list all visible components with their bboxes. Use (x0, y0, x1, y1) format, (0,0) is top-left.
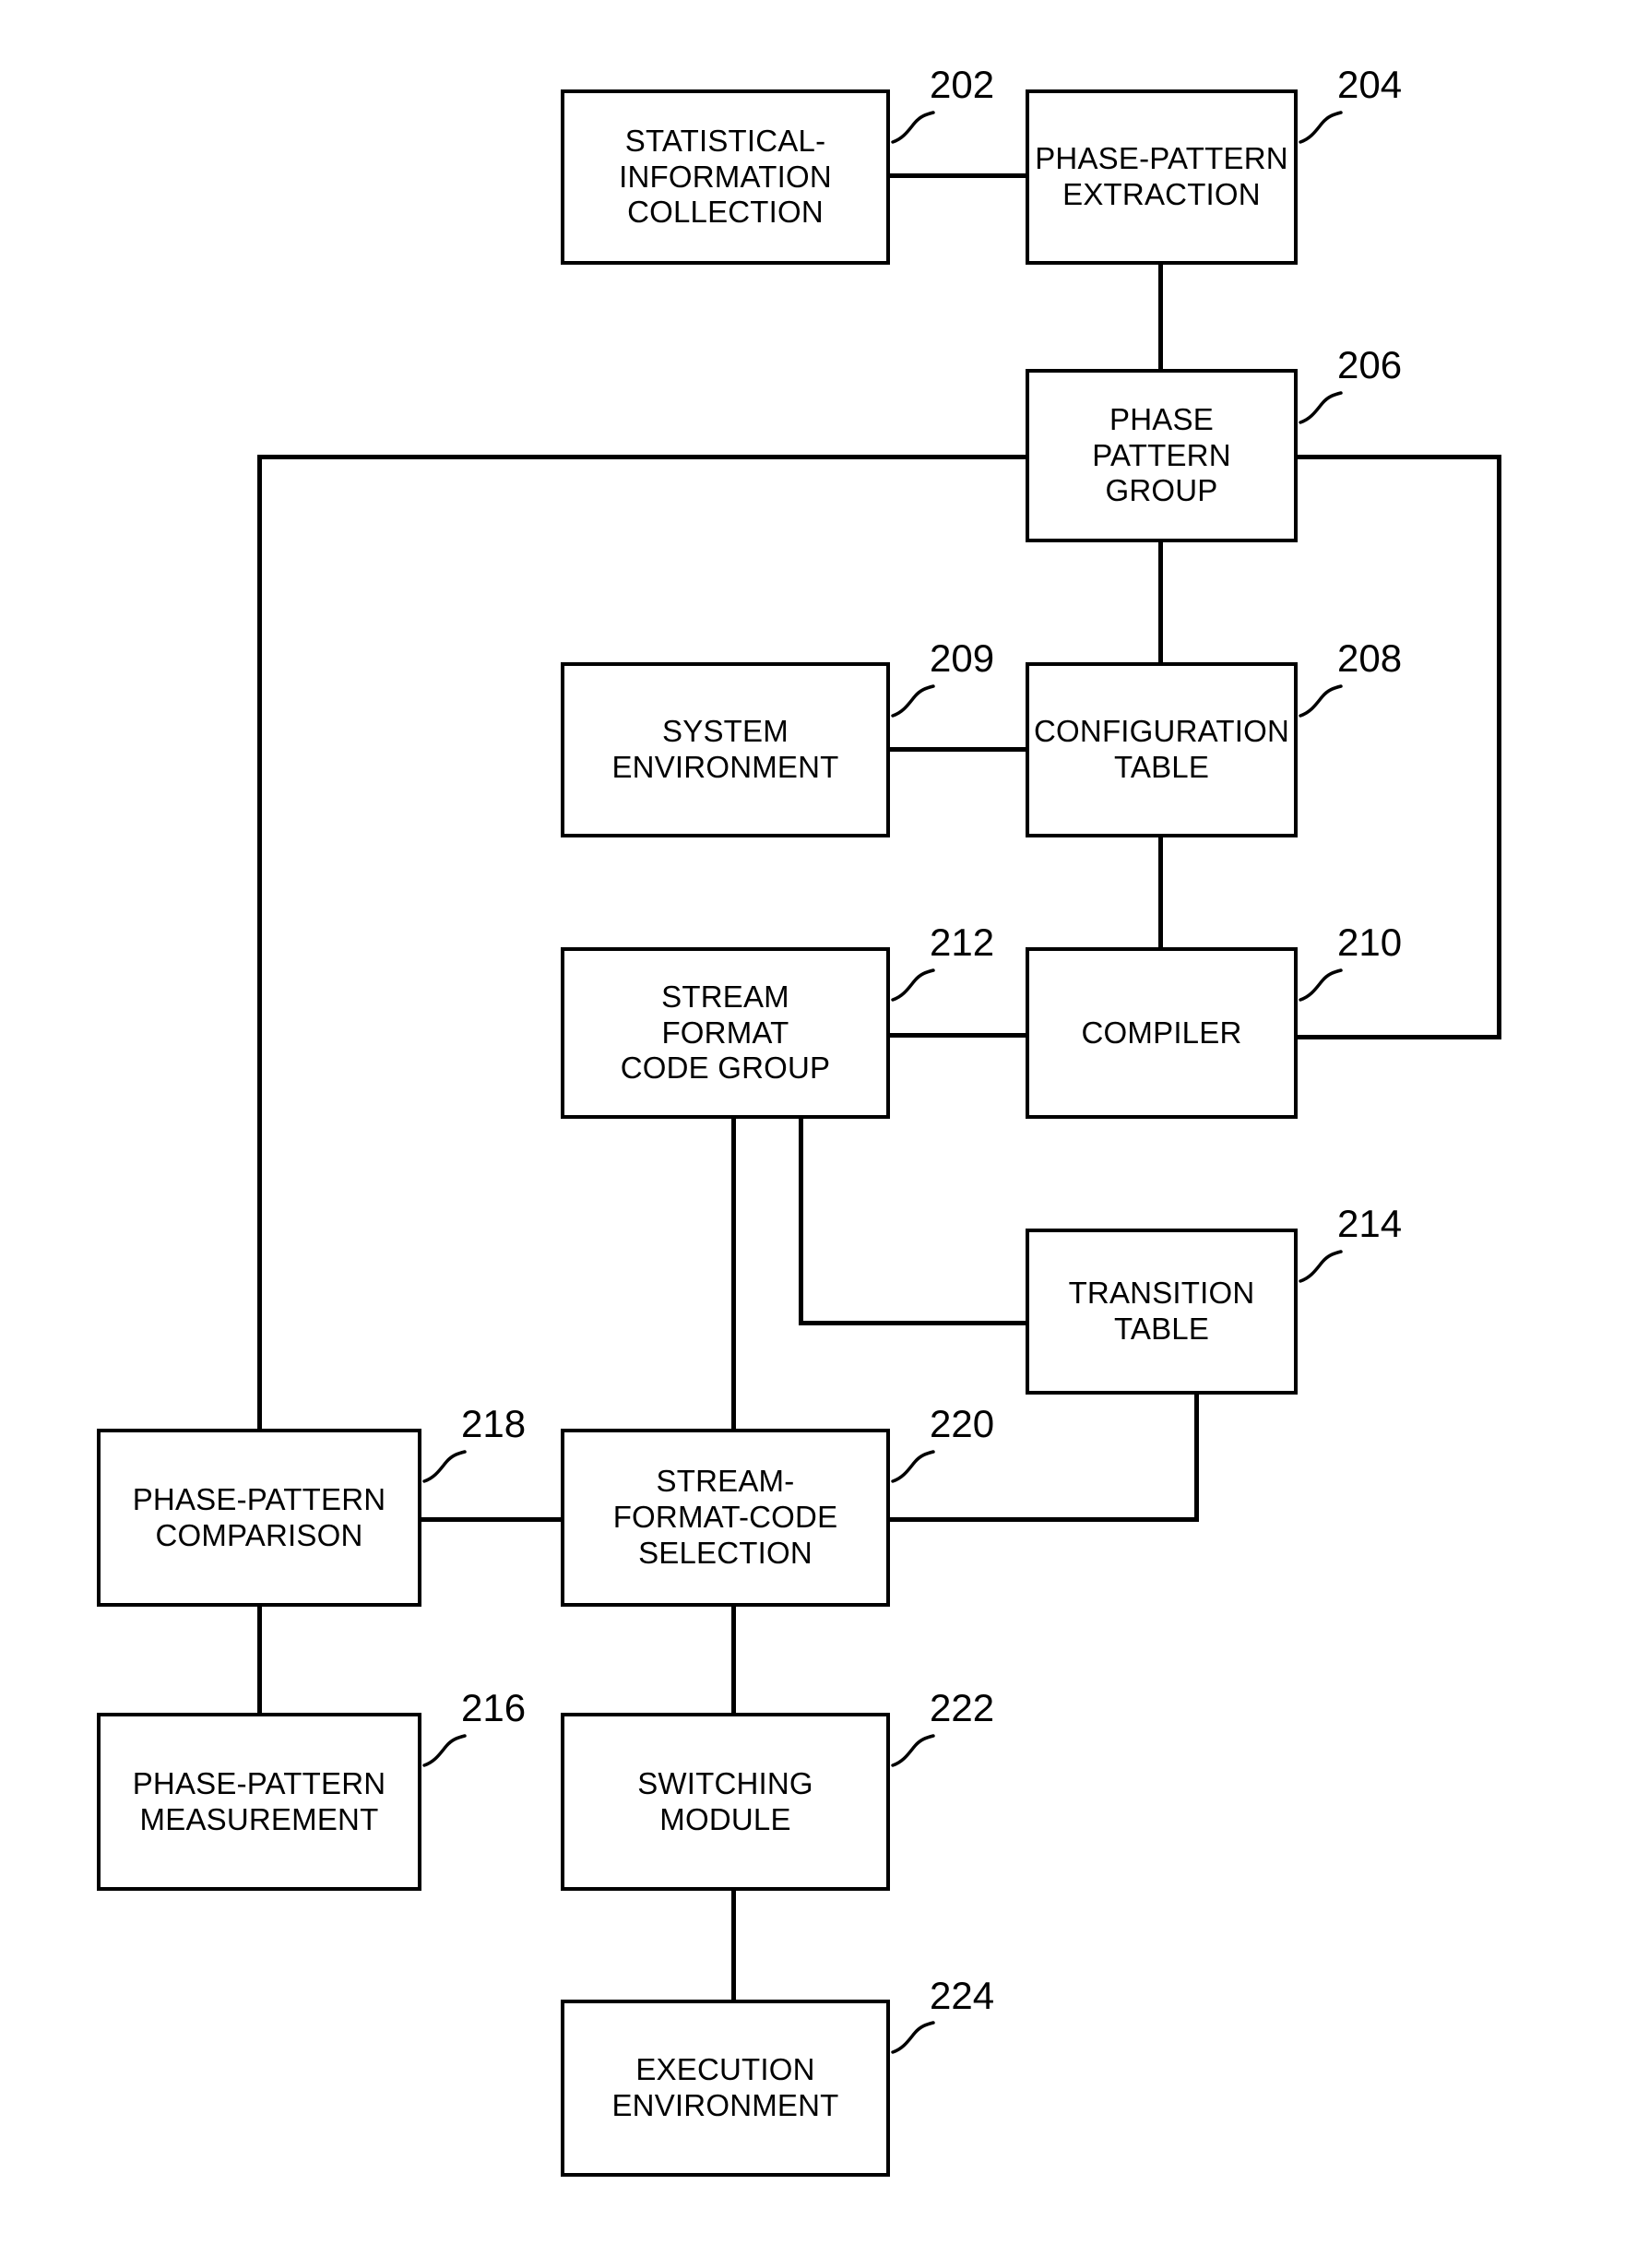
block-220-stream-format-code-selection[interactable]: STREAM- FORMAT-CODE SELECTION (561, 1429, 890, 1607)
leader-212 (891, 968, 935, 1002)
wire-206-208 (1158, 540, 1163, 664)
leader-lines (422, 111, 1343, 2054)
block-label-222: SWITCHING MODULE (637, 1765, 813, 1836)
wire-218-220 (418, 1517, 564, 1522)
reference-numeral-222: 222 (930, 1686, 995, 1729)
wire-212-214-horizontal (799, 1321, 1029, 1325)
leader-202 (891, 111, 935, 144)
leader-209 (891, 684, 935, 718)
block-208-configuration-table[interactable]: CONFIGURATION TABLE (1026, 662, 1298, 837)
block-216-phase-pattern-measurement[interactable]: PHASE-PATTERN MEASUREMENT (97, 1713, 421, 1891)
block-label-224: EXECUTION ENVIRONMENT (611, 2052, 839, 2122)
wire-212-220-vertical (731, 1117, 736, 1431)
block-label-202: STATISTICAL- INFORMATION COLLECTION (619, 123, 832, 230)
block-218-phase-pattern-comparison[interactable]: PHASE-PATTERN COMPARISON (97, 1429, 421, 1607)
leader-214 (1299, 1250, 1343, 1283)
block-label-206: PHASE PATTERN GROUP (1092, 401, 1231, 508)
leader-210 (1299, 968, 1343, 1002)
leader-218 (422, 1450, 467, 1483)
reference-numeral-218: 218 (461, 1402, 527, 1445)
wire-202-204 (886, 173, 1029, 178)
block-204-phase-pattern-extraction[interactable]: PHASE-PATTERN EXTRACTION (1026, 89, 1298, 265)
reference-numeral-204: 204 (1337, 63, 1403, 106)
wire-222-224 (731, 1889, 736, 2001)
block-214-transition-table[interactable]: TRANSITION TABLE (1026, 1229, 1298, 1395)
leader-216 (422, 1734, 467, 1767)
wire-208-210 (1158, 836, 1163, 949)
block-222-switching-module[interactable]: SWITCHING MODULE (561, 1713, 890, 1891)
wire-210-right-horizontal (1294, 1035, 1501, 1039)
reference-numeral-206: 206 (1337, 343, 1403, 386)
block-label-209: SYSTEM ENVIRONMENT (611, 714, 839, 784)
leader-204 (1299, 111, 1343, 144)
wire-204-206 (1158, 263, 1163, 371)
block-206-phase-pattern-group[interactable]: PHASE PATTERN GROUP (1026, 369, 1298, 542)
wire-214-220-vertical (1194, 1393, 1199, 1519)
block-209-system-environment[interactable]: SYSTEM ENVIRONMENT (561, 662, 890, 837)
block-label-218: PHASE-PATTERN COMPARISON (132, 1481, 386, 1552)
reference-numeral-202: 202 (930, 63, 995, 106)
reference-numeral-220: 220 (930, 1402, 995, 1445)
reference-numeral-210: 210 (1337, 920, 1403, 964)
wire-209-208 (886, 747, 1029, 752)
block-label-214: TRANSITION TABLE (1068, 1276, 1255, 1346)
reference-numeral-214: 214 (1337, 1202, 1403, 1245)
leader-220 (891, 1450, 935, 1483)
leader-222 (891, 1734, 935, 1767)
block-label-212: STREAM FORMAT CODE GROUP (620, 979, 831, 1086)
reference-numeral-209: 209 (930, 636, 995, 680)
wire-206-to-210-vertical (1497, 455, 1501, 1039)
leader-206 (1299, 391, 1343, 424)
patent-block-diagram: STATISTICAL- INFORMATION COLLECTION PHAS… (0, 0, 1637, 2268)
reference-numeral-216: 216 (461, 1686, 527, 1729)
reference-numeral-208: 208 (1337, 636, 1403, 680)
block-label-220: STREAM- FORMAT-CODE SELECTION (612, 1464, 838, 1570)
block-label-204: PHASE-PATTERN EXTRACTION (1035, 141, 1288, 211)
leader-208 (1299, 684, 1343, 718)
wire-210-212 (886, 1033, 1029, 1038)
block-212-stream-format-code-group[interactable]: STREAM FORMAT CODE GROUP (561, 947, 890, 1119)
wire-218-216 (257, 1605, 262, 1715)
leader-224 (891, 2021, 935, 2054)
block-label-208: CONFIGURATION TABLE (1034, 714, 1289, 784)
reference-numeral-224: 224 (930, 1974, 995, 2017)
block-224-execution-environment[interactable]: EXECUTION ENVIRONMENT (561, 2000, 890, 2177)
block-210-compiler[interactable]: COMPILER (1026, 947, 1298, 1119)
block-202-statistical-information-collection[interactable]: STATISTICAL- INFORMATION COLLECTION (561, 89, 890, 265)
wire-214-220-horizontal (886, 1517, 1199, 1522)
block-label-216: PHASE-PATTERN MEASUREMENT (132, 1765, 386, 1836)
wire-220-222 (731, 1605, 736, 1715)
wire-206-to-218-vertical (257, 455, 262, 1431)
wire-212-214-vertical (799, 1117, 803, 1325)
wire-206-right-horizontal (1294, 455, 1501, 459)
block-label-210: COMPILER (1081, 1015, 1242, 1050)
reference-numeral-212: 212 (930, 920, 995, 964)
wire-206-left-horizontal (257, 455, 1027, 459)
